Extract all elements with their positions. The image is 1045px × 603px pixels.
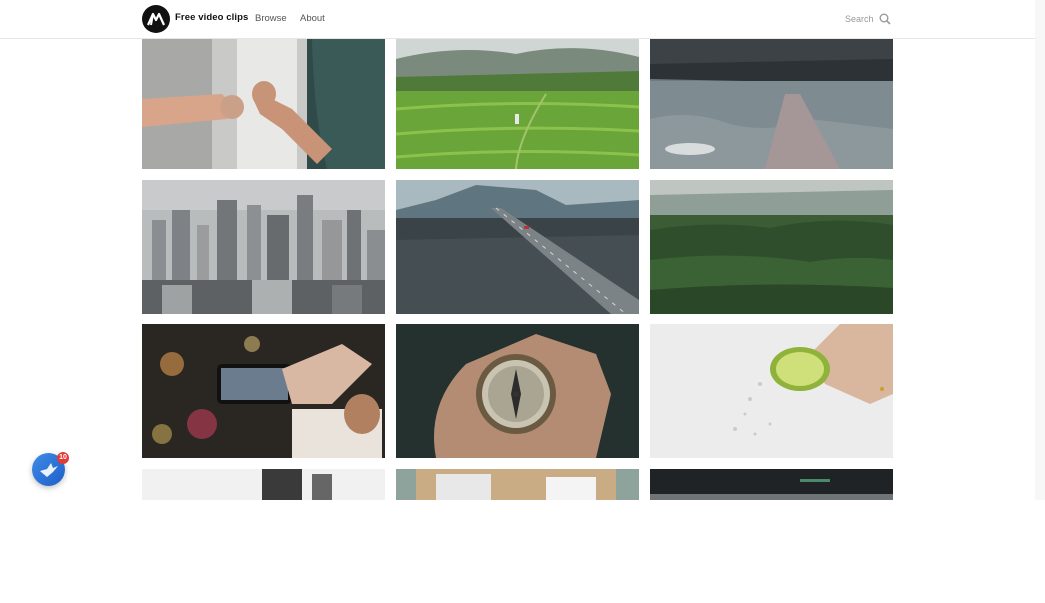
nav-link-about[interactable]: About [300, 13, 325, 24]
video-thumbnail[interactable] [650, 39, 893, 173]
video-thumbnail[interactable] [396, 469, 639, 603]
video-thumbnail[interactable] [650, 180, 893, 314]
video-thumbnail[interactable] [396, 324, 639, 458]
video-thumbnail[interactable] [142, 324, 385, 458]
video-thumbnail[interactable] [142, 39, 385, 173]
video-thumbnail[interactable] [650, 324, 893, 458]
video-thumbnail[interactable] [396, 39, 639, 173]
video-thumbnail[interactable] [142, 469, 385, 603]
top-navigation-bar: Free video clips Browse About Search [0, 0, 1045, 39]
bird-icon [40, 463, 58, 477]
search-input[interactable]: Search [845, 14, 874, 24]
notification-badge: 10 [57, 452, 69, 464]
page-scrollbar[interactable] [1035, 0, 1045, 500]
brand-name-link[interactable]: Free video clips [175, 12, 248, 23]
search-icon[interactable] [879, 12, 891, 30]
nav-link-browse[interactable]: Browse [255, 13, 287, 24]
video-thumbnail[interactable] [396, 180, 639, 314]
video-thumbnail[interactable] [650, 469, 893, 603]
video-thumbnail[interactable] [142, 180, 385, 314]
site-logo-icon[interactable] [142, 5, 170, 33]
